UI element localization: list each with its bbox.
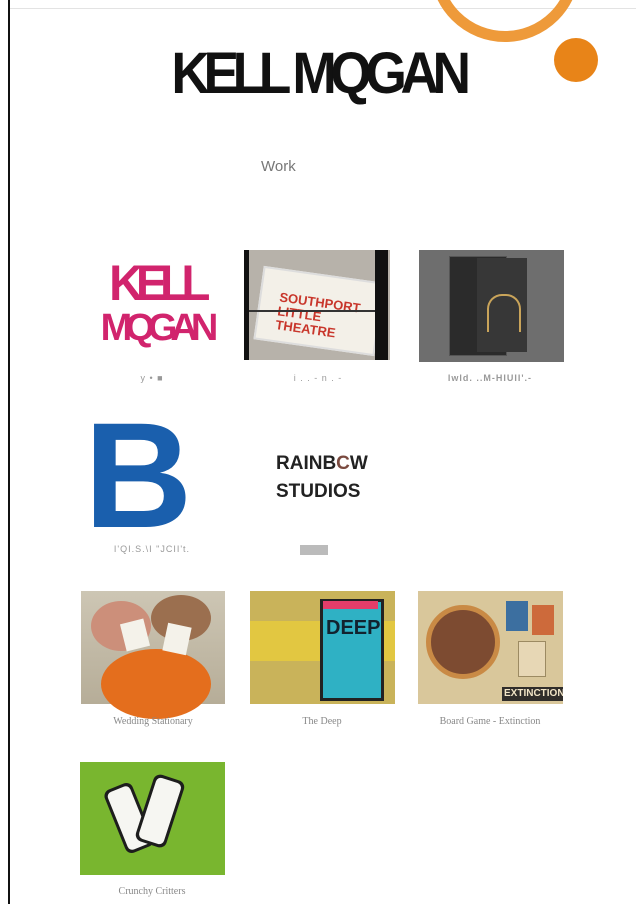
logo-line-1: KELL (109, 255, 210, 311)
project-caption-1: y • ■ (140, 373, 164, 383)
page-left-border (8, 0, 10, 904)
game-card (518, 641, 546, 677)
game-board-circle (426, 605, 500, 679)
stationery-card (162, 622, 192, 656)
nav-work-link[interactable]: Work (261, 158, 296, 175)
pumpkin-shape (101, 649, 211, 719)
project-tile-kell-mqgan-logo[interactable]: KELL MQGAN (96, 255, 219, 350)
project-tile-rainbow-studios[interactable]: RAINBCW STUDIOS (276, 450, 368, 506)
rainbow-line-1: RAINBCW (276, 453, 368, 474)
project-caption-board-game[interactable]: Board Game - Extinction (410, 716, 570, 727)
logo-line-2: MQGAN (100, 307, 219, 349)
project-tile-wedding-stationary[interactable] (81, 591, 225, 719)
sign-post-left (244, 250, 249, 360)
rainbow-line-2: STUDIOS (276, 481, 361, 502)
decorative-orange-ring (430, 0, 580, 42)
sign-text: SOUTHPORT LITTLE THEATRE (274, 289, 362, 341)
project-caption-wedding[interactable]: Wedding Stationary (73, 716, 233, 727)
project-tile-book[interactable] (419, 250, 564, 362)
book-arch-ornament (487, 294, 521, 332)
project-tile-theatre-sign[interactable]: SOUTHPORT LITTLE THEATRE (244, 250, 390, 360)
project-caption-crunchy-critters[interactable]: Crunchy Critters (72, 886, 232, 897)
site-title[interactable]: KELL MQGAN (25, 40, 610, 107)
poster-frame (320, 599, 384, 701)
project-tile-b-logo[interactable]: B (84, 400, 192, 550)
sign-post-right (375, 250, 388, 360)
poster-title: DEEP (326, 617, 381, 639)
poster-strip (323, 601, 378, 609)
game-card (506, 601, 528, 631)
project-tile-the-deep[interactable]: DEEP (250, 591, 395, 704)
project-tile-crunchy-critters[interactable] (80, 762, 225, 875)
sign-bar (249, 310, 375, 312)
project-caption-3: lwld. ..M-HIUII'.- (447, 373, 533, 383)
project-caption-the-deep[interactable]: The Deep (242, 716, 402, 727)
project-caption-2: i . . - n . - (293, 373, 343, 383)
game-card (532, 605, 554, 635)
game-banner: EXTINCTION (502, 687, 563, 701)
project-tile-board-game[interactable]: EXTINCTION (418, 591, 563, 704)
project-caption-4: I'QI.S.\I "JCII't. (113, 544, 191, 554)
placeholder-chip (300, 545, 328, 555)
